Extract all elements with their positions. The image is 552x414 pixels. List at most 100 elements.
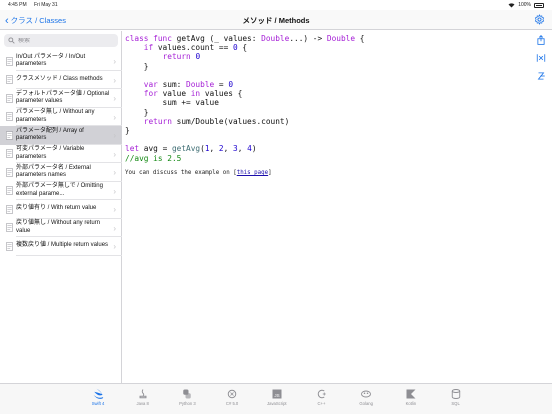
code-line-8: sum += value xyxy=(125,98,219,108)
tab-swift[interactable]: Swift 4 xyxy=(78,386,118,410)
wifi-icon xyxy=(508,2,515,7)
battery-percent: 100% xyxy=(518,2,531,8)
sql-icon xyxy=(451,389,460,399)
tab-label: Kotlin xyxy=(405,401,417,406)
chevron-right-icon: › xyxy=(113,94,116,103)
topic-label: 可変パラメータ / Variable parameters xyxy=(16,146,85,160)
code-line-13: let avg = getAvg(1, 2, 3, 4) xyxy=(125,144,257,154)
topic-item[interactable]: 戻り値無し / Without any return value › xyxy=(0,219,122,238)
search-box[interactable] xyxy=(4,34,118,47)
code-line-14: //avg is 2.5 xyxy=(125,153,182,163)
document-icon xyxy=(6,131,13,140)
sidebar: In/Out パラメータ / In/Out parameters›クラスメソッド… xyxy=(0,31,122,383)
battery-icon xyxy=(534,2,544,8)
chevron-right-icon: › xyxy=(113,242,116,251)
topic-list: In/Out パラメータ / In/Out parameters › クラスメソッド… xyxy=(0,52,122,256)
search-icon xyxy=(8,37,15,44)
code-block: class func getAvg (_ values: Double...) … xyxy=(125,34,530,163)
code-content: class func getAvg (_ values: Double...) … xyxy=(122,31,530,383)
tab-kotlin[interactable]: Kotlin xyxy=(391,386,431,410)
chevron-right-icon: › xyxy=(113,112,116,122)
code-line-11: } xyxy=(125,126,130,136)
topic-item[interactable]: パラメータ配列 / Array of parameters › xyxy=(0,126,122,145)
code-line-10: return sum/Double(values.count) xyxy=(143,116,290,126)
document-icon xyxy=(6,149,13,158)
topic-item[interactable]: 可変パラメータ / Variable parameters › xyxy=(0,145,122,164)
document-icon xyxy=(6,242,13,251)
tab-python[interactable]: Python 3 xyxy=(167,386,207,410)
topic-label: クラスメソッド / Class methods xyxy=(16,75,103,82)
document-icon xyxy=(6,223,13,232)
cpp-icon xyxy=(317,389,326,399)
tab-label: Swift 4 xyxy=(91,401,105,406)
discuss-link[interactable]: this page xyxy=(237,170,268,176)
code-line-7: for value in values { xyxy=(143,89,243,99)
chevron-right-icon: › xyxy=(113,205,116,214)
document-icon xyxy=(6,205,13,214)
tab-cpp[interactable]: C++ xyxy=(302,386,342,410)
chevron-right-icon: › xyxy=(113,186,116,196)
topic-item[interactable]: 戻り値有り / With return value › xyxy=(0,200,122,219)
chevron-right-icon: › xyxy=(113,131,116,140)
chevron-right-icon: › xyxy=(113,168,116,177)
discuss-text: You can discuss the example on [this pag… xyxy=(125,169,272,176)
code-line-6: var sum: Double = 0 xyxy=(143,80,234,90)
document-icon xyxy=(6,94,13,103)
code-line-3: return 0 xyxy=(162,52,201,62)
topic-label: 戻り値無し / Without any return value xyxy=(16,220,101,234)
tab-label: Java 8 xyxy=(136,401,149,406)
page-title: メソッド / Methods xyxy=(242,16,310,25)
status-right: 100% xyxy=(508,2,544,8)
tab-label: SQL xyxy=(451,401,460,406)
topic-item[interactable]: デフォルトパラメータ値 / Optional parameter values › xyxy=(0,89,122,108)
topic-label: In/Out パラメータ / In/Out parameters xyxy=(16,53,86,68)
code-line-2: if values.count == 0 { xyxy=(143,43,248,53)
chevron-right-icon: › xyxy=(113,75,116,85)
topic-item[interactable]: パラメータ無し / Without any parameters › xyxy=(0,108,122,127)
topic-label: デフォルトパラメータ値 / Optional parameter values xyxy=(16,90,110,105)
golang-icon xyxy=(361,390,372,398)
tab-label: Golang xyxy=(359,401,373,406)
share-icon[interactable] xyxy=(536,35,546,45)
document-icon xyxy=(6,168,13,177)
python-icon xyxy=(183,389,192,399)
kotlin-icon xyxy=(406,389,416,399)
language-tab-bar: Swift 4 Java 8 Python 3 C# 5.0 JS JavaScript C… xyxy=(0,383,552,414)
tab-label: Python 3 xyxy=(179,401,196,406)
chevron-right-icon: › xyxy=(113,57,116,66)
csharp-icon xyxy=(227,389,237,399)
compress-width-icon[interactable] xyxy=(536,53,546,63)
topic-label: パラメータ配列 / Array of parameters xyxy=(16,127,84,142)
topic-item[interactable]: In/Out パラメータ / In/Out parameters › xyxy=(0,52,122,71)
document-icon xyxy=(6,75,13,84)
status-time: 4:45 PM xyxy=(8,2,27,8)
code-line-1: class func getAvg (_ values: Double...) … xyxy=(125,34,365,43)
topic-item[interactable]: 外部パラメータ無しで / Omitting external parame...… xyxy=(0,182,122,201)
navigation-bar: ‹ クラス / Classes メソッド / Methods xyxy=(0,10,552,30)
tab-golang[interactable]: Golang xyxy=(346,386,386,410)
document-icon xyxy=(6,186,13,195)
topic-item[interactable]: 外部パラメータ名 / External parameters names › xyxy=(0,163,122,182)
topic-label: 外部パラメータ無しで / Omitting external parame... xyxy=(16,183,103,197)
tab-csharp[interactable]: C# 5.0 xyxy=(212,386,252,410)
sort-icon[interactable] xyxy=(536,71,546,81)
gear-icon[interactable] xyxy=(534,14,545,25)
code-line-9: } xyxy=(125,107,149,117)
tab-javascript[interactable]: JS JavaScript xyxy=(257,386,297,410)
tab-java[interactable]: Java 8 xyxy=(123,386,163,410)
swift-icon xyxy=(93,388,104,399)
java-icon xyxy=(139,389,147,399)
svg-text:JS: JS xyxy=(274,393,279,398)
chevron-right-icon: › xyxy=(113,149,116,159)
topic-label: 戻り値有り / With return value xyxy=(16,205,97,212)
topic-item[interactable]: クラスメソッド / Class methods › xyxy=(0,71,122,90)
tab-label: C++ xyxy=(317,401,326,406)
search-input[interactable] xyxy=(18,37,108,44)
tab-sql[interactable]: SQL xyxy=(436,386,476,410)
topic-label: 外部パラメータ名 / External parameters names xyxy=(16,164,91,179)
code-line-4: } xyxy=(125,61,149,71)
topic-item[interactable]: 複数戻り値 / Multiple return values › xyxy=(0,237,122,256)
tab-label: C# 5.0 xyxy=(225,401,239,406)
topic-label: パラメータ無し / Without any parameters xyxy=(16,109,95,123)
topic-label: 複数戻り値 / Multiple return values xyxy=(16,242,109,249)
